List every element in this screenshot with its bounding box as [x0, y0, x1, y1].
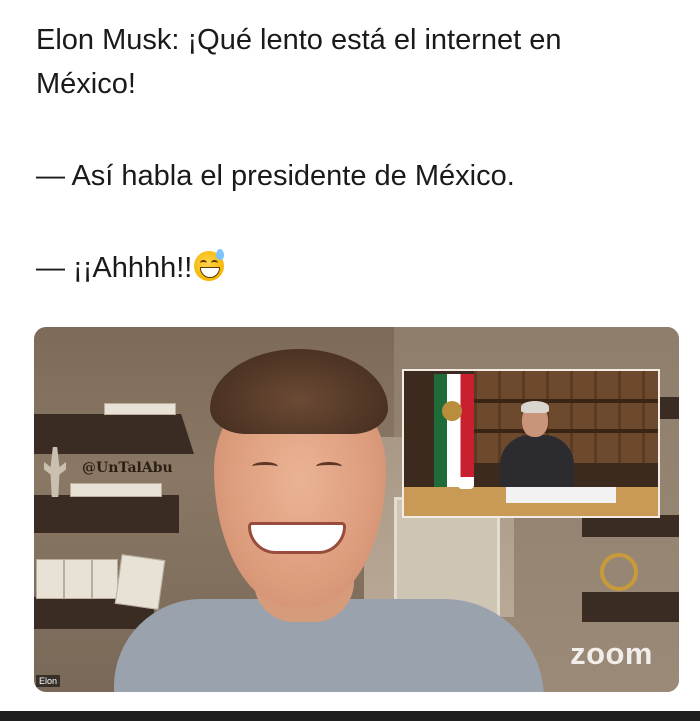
papers: [506, 487, 616, 503]
caption-line-2: México!: [36, 68, 136, 100]
statue-figurine: [44, 447, 66, 497]
mexican-flag: [434, 374, 474, 492]
book: [36, 559, 64, 599]
wall-shelf: [34, 495, 179, 533]
bottom-border: [0, 711, 700, 721]
zoom-logo: zoom: [570, 636, 653, 671]
steering-wheel-decor: [600, 553, 638, 591]
zoom-video-call-image: @UnTalAbu zoom Elon: [34, 327, 679, 692]
watermark: @UnTalAbu: [82, 460, 173, 476]
wall-shelf: [582, 592, 679, 622]
picture-in-picture-video[interactable]: [402, 369, 660, 518]
book: [92, 559, 118, 599]
coffee-cup-icon: [458, 477, 474, 489]
person-hair: [210, 349, 388, 434]
wall-shelf: [582, 515, 679, 537]
caption-line-4-text: — ¡¡Ahhhh!!: [36, 252, 193, 284]
caption-line-4: — ¡¡Ahhhh!!: [36, 246, 676, 290]
grinning-sweat-emoji-icon: [194, 249, 225, 281]
participant-name-tag: Elon: [36, 675, 61, 687]
president-hair: [521, 401, 549, 413]
book: [64, 559, 92, 599]
person-eye: [316, 462, 342, 471]
caption-line-3: — Así habla el presidente de México.: [36, 160, 515, 192]
flag-emblem-icon: [442, 401, 462, 421]
book: [70, 483, 162, 497]
caption: Elon Musk: ¡Qué lento está el internet e…: [36, 18, 676, 290]
book: [104, 403, 176, 415]
wall-shelf: [34, 414, 194, 454]
book: [114, 554, 166, 610]
person-smile: [248, 522, 346, 554]
president-body: [500, 435, 574, 491]
caption-line-1: Elon Musk: ¡Qué lento está el internet e…: [36, 24, 562, 56]
person-eye: [252, 462, 278, 471]
